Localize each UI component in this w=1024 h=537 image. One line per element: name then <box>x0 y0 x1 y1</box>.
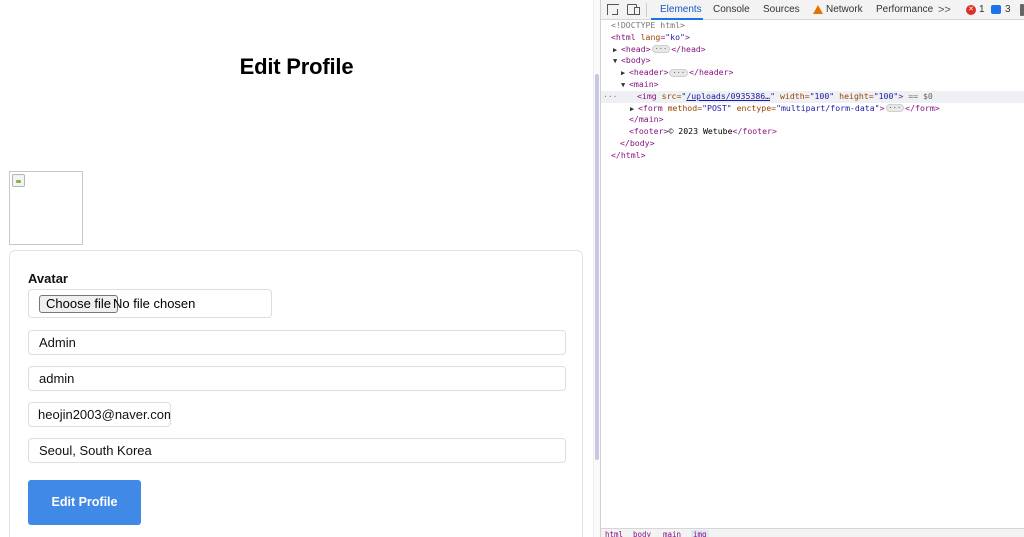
dom-line-img-selected[interactable]: ··· <img src="/uploads/0935386…" width="… <box>601 90 1024 103</box>
devtools-panel: Elements Console Sources Network Perform… <box>600 0 1024 537</box>
lang-value: "ko" <box>665 31 685 42</box>
tab-network[interactable]: Network <box>826 0 863 20</box>
error-icon[interactable]: ✕ <box>966 5 976 15</box>
doctype-text: <!DOCTYPE html> <box>611 20 685 30</box>
node-menu-ellipsis-icon[interactable]: ··· <box>603 91 617 103</box>
dom-line-html[interactable]: <html lang="ko"> <box>601 32 1024 44</box>
device-toolbar-icon[interactable] <box>627 4 640 15</box>
img-width-attr: width= <box>780 90 810 101</box>
page-viewport: Edit Profile Avatar Choose file No file … <box>0 0 593 537</box>
dom-line-header[interactable]: ▶ <header> ··· </header> <box>601 67 1024 79</box>
img-tag: <img <box>637 90 657 101</box>
dom-line-head[interactable]: ▶ <head> ··· </head> <box>601 44 1024 56</box>
message-icon[interactable] <box>991 5 1001 14</box>
form-enctype-value: "multipart/form-data" <box>776 102 880 113</box>
username-input[interactable]: admin <box>28 366 566 391</box>
page-title: Edit Profile <box>239 54 354 79</box>
file-status-text: No file chosen <box>113 296 196 311</box>
form-method-value: "POST" <box>702 102 732 113</box>
form-close-tag: </form> <box>905 102 940 113</box>
body-close-tag: </body> <box>620 137 655 148</box>
footer-text: © 2023 Wetube <box>668 126 733 137</box>
collapsed-ellipsis-icon[interactable]: ··· <box>651 45 671 54</box>
tab-console[interactable]: Console <box>713 0 750 20</box>
collapsed-ellipsis-icon[interactable]: ··· <box>885 104 905 113</box>
breadcrumb-body[interactable]: body <box>633 530 651 537</box>
selected-node-marker: == $0 <box>908 90 933 101</box>
warning-icon <box>813 5 823 14</box>
tab-performance[interactable]: Performance <box>876 0 933 20</box>
name-input[interactable]: Admin <box>28 330 566 355</box>
email-input[interactable]: heojin2003@naver.com <box>28 402 171 427</box>
choose-file-button[interactable]: Choose file <box>39 295 119 313</box>
img-src-attr: src= <box>661 90 682 101</box>
dom-line-footer[interactable]: <footer>© 2023 Wetube</footer> <box>601 126 1024 138</box>
message-count[interactable]: 3 <box>1005 0 1011 20</box>
main-close-tag: </main> <box>629 114 664 125</box>
location-input[interactable]: Seoul, South Korea <box>28 438 566 463</box>
dom-line-html-close[interactable]: </html> <box>601 150 1024 162</box>
footer-open-tag: <footer> <box>629 126 669 137</box>
more-tabs-button[interactable]: >> <box>938 0 951 20</box>
lang-attr: lang <box>640 31 661 42</box>
collapsed-ellipsis-icon[interactable]: ··· <box>669 68 689 77</box>
form-enctype-attr: enctype= <box>736 102 777 113</box>
html-tag: <html <box>611 31 636 42</box>
element-breadcrumbs: html body main img <box>601 528 1024 537</box>
img-src-link[interactable]: /uploads/0935386… <box>686 91 770 101</box>
footer-close-tag: </footer> <box>732 126 777 137</box>
dom-line-main-close[interactable]: </main> <box>601 114 1024 126</box>
settings-overflow-icon[interactable] <box>1020 4 1024 16</box>
form-method-attr: method= <box>667 102 703 113</box>
form-tag: <form <box>638 102 663 113</box>
avatar-label: Avatar <box>28 271 68 286</box>
breadcrumb-main[interactable]: main <box>663 530 681 537</box>
toolbar-divider <box>646 3 647 17</box>
img-close-bracket: > <box>898 90 904 101</box>
head-open-tag: <head> <box>621 43 651 54</box>
dom-line-form[interactable]: ▶ <form method="POST" enctype="multipart/… <box>601 103 1024 115</box>
dom-tree: <!DOCTYPE html> <html lang="ko"> ▶ <head>… <box>601 20 1024 162</box>
dom-line-main[interactable]: ▼ <main> <box>601 79 1024 91</box>
dom-line-body[interactable]: ▼ <body> <box>601 55 1024 67</box>
tab-elements[interactable]: Elements <box>660 0 702 20</box>
edit-profile-form: Avatar Choose file No file chosen Admin … <box>9 250 583 537</box>
inspect-element-icon[interactable] <box>607 4 619 15</box>
avatar-file-input[interactable]: Choose file No file chosen <box>28 289 272 318</box>
edit-profile-submit-button[interactable]: Edit Profile <box>28 480 141 525</box>
dom-line-doctype[interactable]: <!DOCTYPE html> <box>601 20 1024 32</box>
img-width-value: "100" <box>809 90 835 101</box>
head-close-tag: </head> <box>671 43 706 54</box>
page-scrollbar-thumb[interactable] <box>595 74 599 460</box>
header-open-tag: <header> <box>629 67 669 78</box>
error-count[interactable]: 1 <box>979 0 985 20</box>
devtools-toolbar: Elements Console Sources Network Perform… <box>601 0 1024 20</box>
breadcrumb-img[interactable]: img <box>691 530 709 537</box>
img-height-attr: height= <box>839 90 874 101</box>
img-height-value: "100" <box>873 90 899 101</box>
header-close-tag: </header> <box>689 67 734 78</box>
main-open-tag: <main> <box>629 78 659 89</box>
body-open-tag: <body> <box>621 55 651 66</box>
html-close-tag: </html> <box>611 149 646 160</box>
avatar-image-broken <box>9 171 83 245</box>
breadcrumb-html[interactable]: html <box>605 530 623 537</box>
broken-image-icon <box>12 174 25 187</box>
dom-line-body-close[interactable]: </body> <box>601 138 1024 150</box>
tab-sources[interactable]: Sources <box>763 0 800 20</box>
